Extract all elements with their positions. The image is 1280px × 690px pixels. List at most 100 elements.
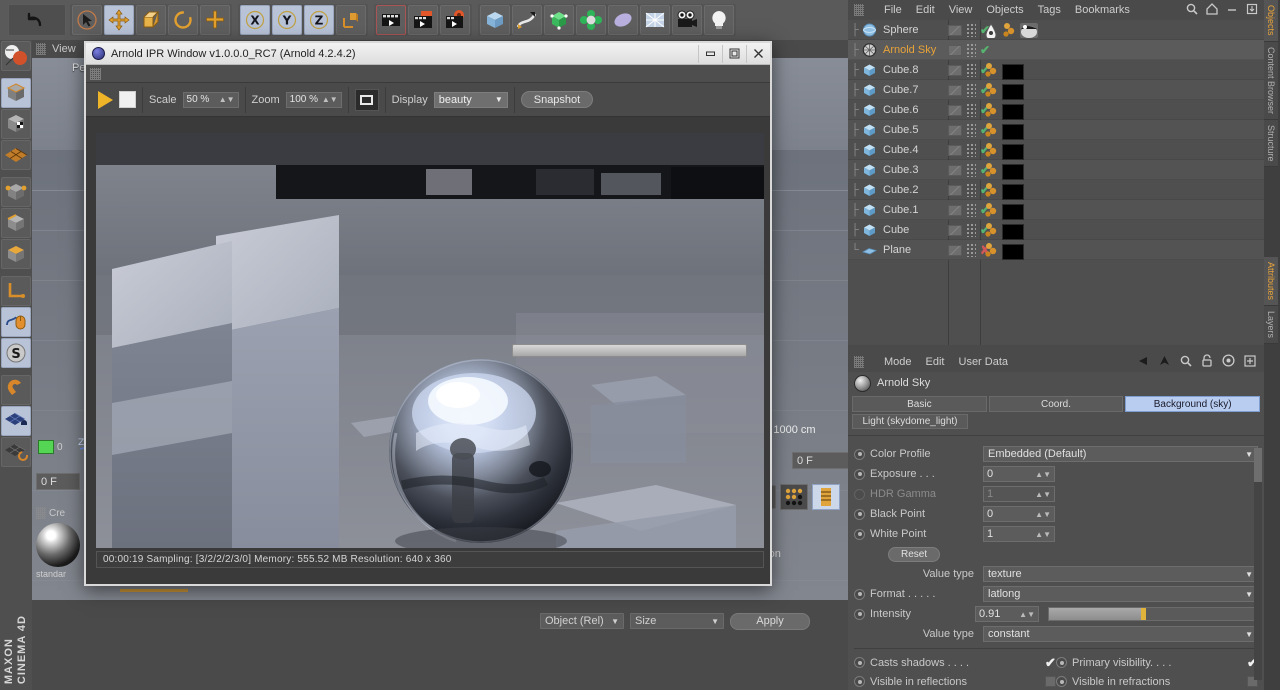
visibility-dots-icon[interactable] [966,23,976,37]
material-grip-icon[interactable] [36,507,46,519]
points-grid-icon[interactable] [780,484,808,510]
layer-swatch[interactable] [948,204,962,216]
cube-object-icon[interactable] [862,163,878,177]
attribute-scrollbar[interactable] [1254,448,1262,680]
visibility-dots-icon[interactable] [966,63,976,77]
viewport-menu-view[interactable]: View [52,43,76,55]
arnold-sky-icon[interactable] [862,42,878,57]
axis-move-icon[interactable] [200,5,230,35]
arnold-ipr-window[interactable]: Arnold IPR Window v1.0.0.0_RC7 (Arnold 4… [84,41,772,586]
viewport-grip-icon[interactable] [36,43,46,55]
render-toggle-icon[interactable]: ✔ [980,43,990,57]
axis-y-icon[interactable]: Y [272,5,302,35]
layer-swatch[interactable] [948,144,962,156]
object-row-cube-7[interactable]: ├ Cube.7 ✔ [848,80,1264,100]
tab-coord[interactable]: Coord. [988,396,1124,412]
spinner-icon[interactable]: ▲▼ [1035,470,1051,479]
layer-swatch[interactable] [948,84,962,96]
texture-tag-icon[interactable] [812,484,840,510]
object-manager-grip-icon[interactable] [854,4,864,16]
om-menu-file[interactable]: File [884,4,902,16]
axis-l-icon[interactable] [1,276,31,306]
object-row-cube-5[interactable]: ├ Cube.5 ✔ [848,120,1264,140]
deformer-icon[interactable] [608,5,638,35]
visibility-dots-icon[interactable] [966,163,976,177]
vtab-attributes[interactable]: Attributes [1264,257,1278,307]
object-row-cube-1[interactable]: ├ Cube.1 ✔ [848,200,1264,220]
points-mode-icon[interactable] [1,177,31,207]
add-icon[interactable] [1244,354,1256,370]
spinner-icon[interactable]: ▲▼ [1035,530,1051,539]
scale-input[interactable]: 50 % ▲▼ [182,91,239,108]
ipr-title-bar[interactable]: Arnold IPR Window v1.0.0.0_RC7 (Arnold 4… [86,43,770,65]
selection-cube-icon[interactable] [1,78,31,108]
checkbox-casts-shadows[interactable]: Casts shadows . . . . ✔ [854,653,1056,672]
tab-background-sky[interactable]: Background (sky) [1125,396,1261,412]
intensity-input[interactable]: 0.91 ▲▼ [975,606,1039,622]
target-icon[interactable] [1222,354,1235,370]
format-radio[interactable] [854,588,865,600]
material-tag-icon[interactable] [984,222,998,241]
search-icon[interactable] [1180,355,1192,370]
am-menu-user-data[interactable]: User Data [959,356,1009,368]
minimize-icon[interactable] [1226,3,1238,18]
material-tag-icon[interactable] [984,62,998,81]
vtab-layers[interactable]: Layers [1264,306,1278,345]
snapshot-button[interactable]: Snapshot [520,91,594,108]
cube-object-icon[interactable] [862,103,878,117]
layer-swatch[interactable] [948,104,962,116]
checkbox-visible-refractions[interactable]: Visible in refractions [1056,672,1258,690]
black-texture-tag[interactable] [1002,143,1024,160]
cube-object-icon[interactable] [862,183,878,197]
visibility-dots-icon[interactable] [966,123,976,137]
visibility-dots-icon[interactable] [966,43,976,57]
search-icon[interactable] [1186,3,1198,18]
spline-pen-icon[interactable] [512,5,542,35]
white-point-radio[interactable] [854,528,865,540]
workplane-rotate-icon[interactable] [1,437,31,467]
object-row-sphere[interactable]: ├ Sphere ✔ [848,20,1264,40]
size-combo[interactable]: Size ▼ [630,613,724,629]
color-profile-select[interactable]: Embedded (Default) ▼ [983,446,1258,462]
material-preview-sphere[interactable] [36,523,80,567]
layer-swatch[interactable] [948,124,962,136]
object-row-cube-3[interactable]: ├ Cube.3 ✔ [848,160,1264,180]
om-menu-bookmarks[interactable]: Bookmarks [1075,4,1130,16]
color-profile-radio[interactable] [854,448,865,460]
om-menu-edit[interactable]: Edit [916,4,935,16]
visibility-dots-icon[interactable] [966,223,976,237]
scene-environment-icon[interactable] [640,5,670,35]
render-settings-icon[interactable] [440,5,470,35]
om-menu-objects[interactable]: Objects [986,4,1023,16]
primary-visibility-radio[interactable] [1056,657,1067,668]
am-menu-mode[interactable]: Mode [884,356,912,368]
object-row-cube-6[interactable]: ├ Cube.6 ✔ [848,100,1264,120]
material-frame-field[interactable]: 0 F [36,473,80,490]
format-select[interactable]: latlong ▼ [983,586,1258,602]
move-tool-icon[interactable] [104,5,134,35]
black-texture-tag[interactable] [1002,63,1024,80]
material-tag-icon[interactable] [984,182,998,201]
expand-icon[interactable] [1246,3,1258,18]
arnold-tag-icon[interactable] [984,22,998,41]
display-select[interactable]: beauty ▼ [433,91,508,108]
ipr-render-canvas[interactable] [96,133,764,548]
layer-swatch[interactable] [948,224,962,236]
plane-object-icon[interactable] [861,243,878,257]
tab-basic[interactable]: Basic [852,396,987,412]
black-texture-tag[interactable] [1002,123,1024,140]
material-tag-icon[interactable] [984,142,998,161]
object-row-arnold-sky[interactable]: ├ Arnold Sky ✔ [848,40,1264,60]
ipr-grip-icon[interactable] [90,67,101,80]
layer-color-swatch[interactable] [38,440,54,454]
vtab-objects[interactable]: Objects [1264,0,1278,42]
fit-frame-button[interactable] [354,88,379,111]
visibility-dots-icon[interactable] [966,103,976,117]
material-tag-icon[interactable] [984,122,998,141]
cube-object-icon[interactable] [862,63,878,77]
mograph-icon[interactable] [576,5,606,35]
select-cursor-icon[interactable] [72,5,102,35]
material-tag-icon[interactable] [984,242,998,261]
black-texture-tag[interactable] [1002,223,1024,240]
vtab-content-browser[interactable]: Content Browser [1264,41,1278,120]
